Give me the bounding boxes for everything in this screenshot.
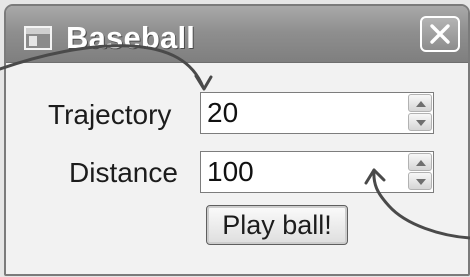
chevron-up-icon — [416, 101, 426, 107]
baseball-window: Baseball Trajectory 20 Distance 100 Play… — [4, 4, 470, 276]
distance-input[interactable] — [207, 154, 397, 190]
close-button[interactable] — [420, 16, 460, 52]
title-bar[interactable]: Baseball — [6, 6, 468, 63]
trajectory-input[interactable] — [207, 95, 397, 131]
distance-label: Distance — [69, 157, 178, 188]
trajectory-spin-buttons — [408, 94, 432, 132]
trajectory-spinbox — [200, 92, 434, 134]
window-content: Trajectory Distance — [6, 63, 468, 274]
trajectory-increment-button[interactable] — [408, 94, 432, 112]
chevron-down-icon — [416, 179, 426, 185]
distance-decrement-button[interactable] — [408, 172, 432, 190]
window-title: Baseball — [66, 20, 196, 55]
window-app-icon — [24, 26, 52, 50]
trajectory-decrement-button[interactable] — [408, 113, 432, 131]
play-ball-button[interactable]: Play ball! — [206, 205, 348, 245]
distance-spin-buttons — [408, 153, 432, 191]
chevron-up-icon — [416, 160, 426, 166]
trajectory-label: Trajectory — [48, 99, 172, 130]
distance-increment-button[interactable] — [408, 153, 432, 171]
close-icon — [430, 24, 450, 44]
distance-spinbox — [200, 151, 434, 193]
chevron-down-icon — [416, 120, 426, 126]
